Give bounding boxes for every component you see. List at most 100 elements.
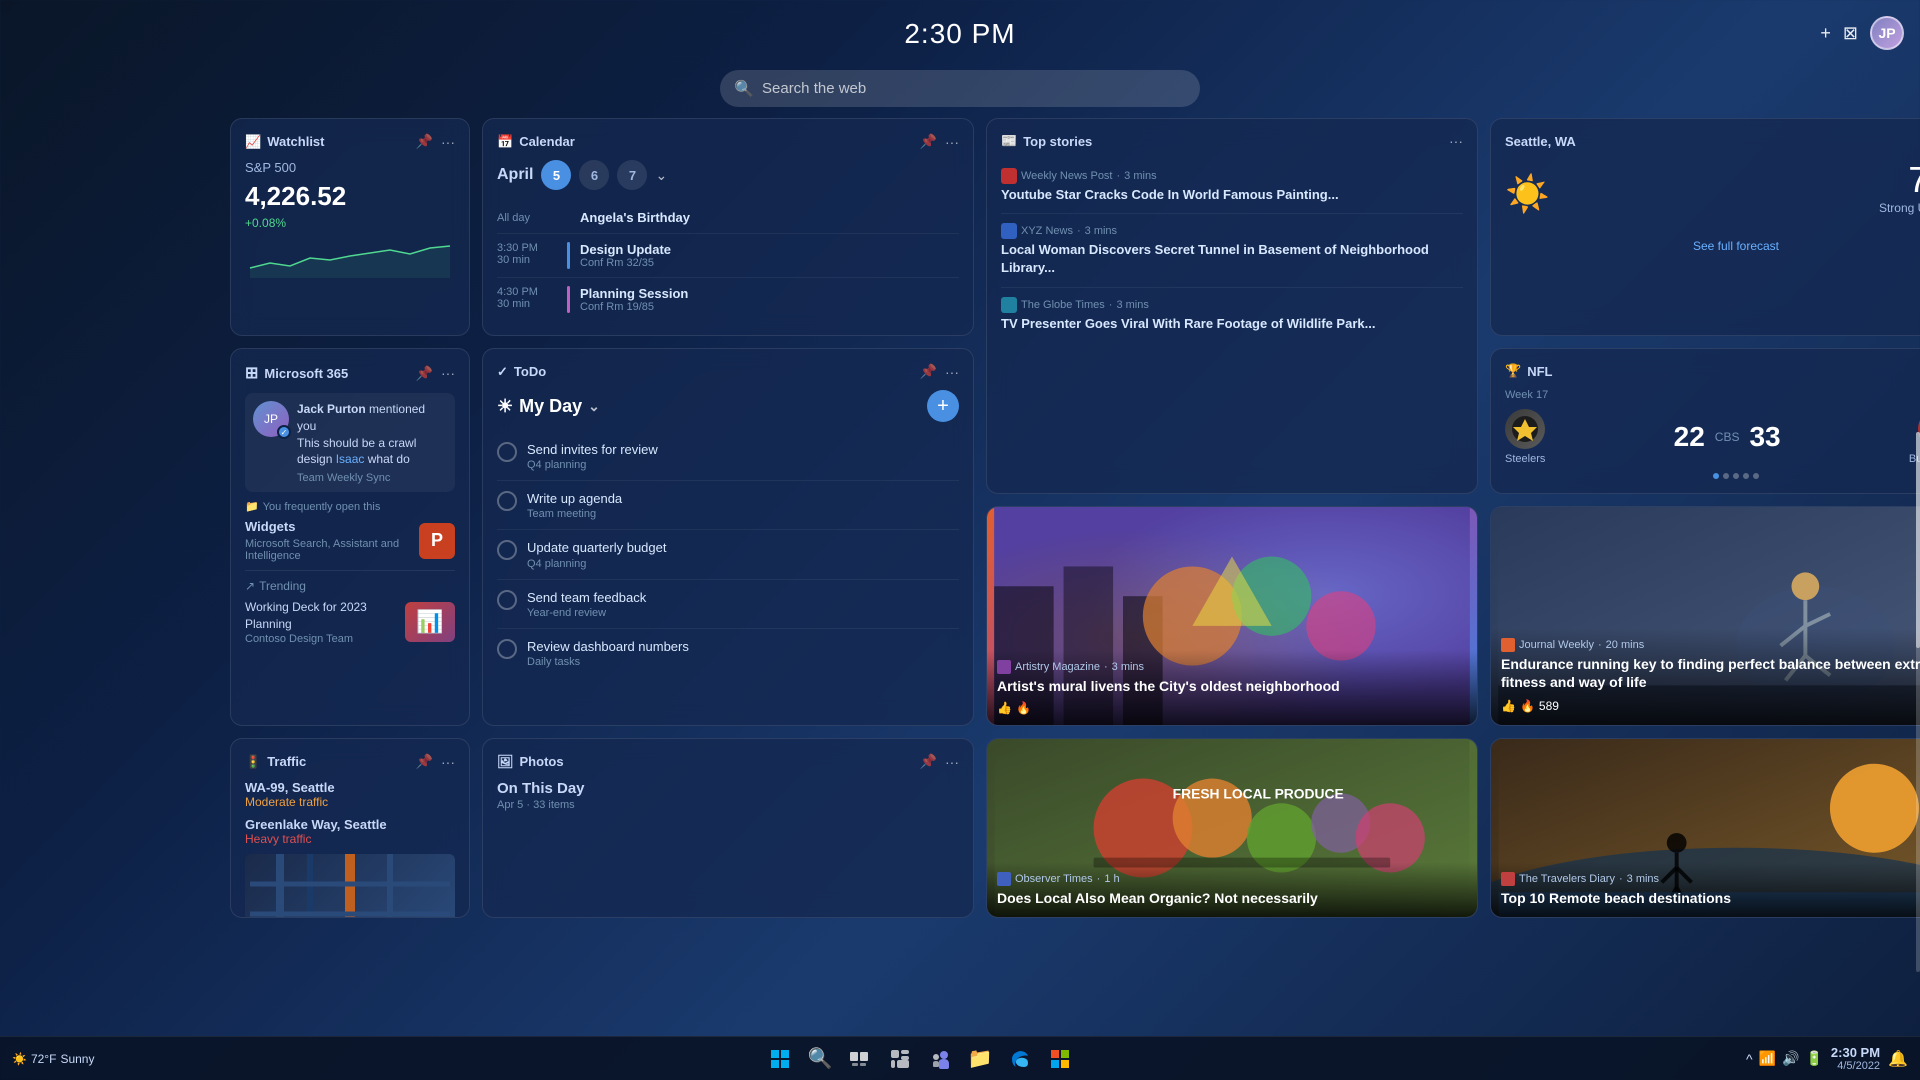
news-time-1: 3 mins bbox=[1085, 225, 1117, 237]
top-stories-title: Top stories bbox=[1023, 134, 1092, 149]
photos-icon: 🖼 bbox=[497, 754, 514, 770]
explorer-button[interactable]: 📁 bbox=[962, 1041, 998, 1077]
teams-button[interactable] bbox=[922, 1041, 958, 1077]
calendar-expand-icon[interactable]: ⌄ bbox=[655, 167, 667, 184]
add-todo-button[interactable]: + bbox=[927, 390, 959, 422]
news-item-2-content: The Globe Times · 3 mins TV Presenter Go… bbox=[1001, 297, 1375, 333]
calendar-pin-icon[interactable]: 📌 bbox=[920, 133, 937, 150]
team1-name: Steelers bbox=[1505, 453, 1545, 465]
top-stories-more-icon[interactable]: ··· bbox=[1449, 133, 1463, 149]
stock-value: 4,226.52 bbox=[245, 181, 455, 212]
photos-more-icon[interactable]: ··· bbox=[945, 754, 959, 770]
mention-avatar: JP ✓ bbox=[253, 401, 289, 437]
search-input[interactable] bbox=[720, 70, 1200, 107]
weather-see-full[interactable]: See full forecast bbox=[1505, 237, 1920, 255]
todo-circle-1[interactable] bbox=[497, 491, 517, 511]
top-stories-header: 📰 Top stories ··· bbox=[1001, 133, 1463, 149]
myday-chevron-icon[interactable]: ⌄ bbox=[588, 398, 600, 415]
calendar-day-5[interactable]: 5 bbox=[541, 160, 571, 190]
notification-icon[interactable]: 🔔 bbox=[1888, 1049, 1908, 1069]
nfl-dot-1[interactable] bbox=[1723, 473, 1729, 479]
nfl-dot-3[interactable] bbox=[1743, 473, 1749, 479]
taskbar: ☀️ 72°F Sunny 🔍 bbox=[0, 1036, 1920, 1080]
todo-circle-2[interactable] bbox=[497, 540, 517, 560]
watchlist-pin-icon[interactable]: 📌 bbox=[416, 133, 433, 150]
store-button[interactable] bbox=[1042, 1041, 1078, 1077]
top-stories-title-group: 📰 Top stories bbox=[1001, 133, 1092, 149]
calendar-day-6[interactable]: 6 bbox=[579, 160, 609, 190]
news-title-1: Local Woman Discovers Secret Tunnel in B… bbox=[1001, 241, 1463, 277]
todo-item-meta-3: Year-end review bbox=[527, 607, 646, 619]
calendar-allday-label: All day bbox=[497, 212, 557, 224]
trending-item: Working Deck for 2023 Planning Contoso D… bbox=[245, 599, 455, 645]
travelers-title: Top 10 Remote beach destinations bbox=[1501, 889, 1920, 907]
nfl-score-block: 22 CBS 33 bbox=[1674, 421, 1781, 453]
search-taskbar-button[interactable]: 🔍 bbox=[802, 1041, 838, 1077]
widgets-grid: 📈 Watchlist 📌 ··· S&P 500 4,226.52 +0.08… bbox=[230, 118, 1912, 918]
ms365-more-icon[interactable]: ··· bbox=[441, 365, 455, 381]
taskbar-time-block[interactable]: 2:30 PM 4/5/2022 bbox=[1831, 1045, 1880, 1072]
calendar-day-7[interactable]: 7 bbox=[617, 160, 647, 190]
calendar-more-icon[interactable]: ··· bbox=[945, 134, 959, 150]
todo-more-icon[interactable]: ··· bbox=[945, 364, 959, 380]
todo-circle-0[interactable] bbox=[497, 442, 517, 462]
calendar-allday-event: All day Angela's Birthday bbox=[497, 202, 959, 234]
nfl-cbs: CBS bbox=[1715, 430, 1740, 444]
nfl-dot-0[interactable] bbox=[1713, 473, 1719, 479]
freq-open: 📁 You frequently open this bbox=[245, 500, 455, 513]
ms365-controls: 📌 ··· bbox=[416, 365, 455, 382]
produce-time: 1 h bbox=[1104, 873, 1119, 885]
todo-circle-4[interactable] bbox=[497, 639, 517, 659]
myday-title[interactable]: ☀ My Day ⌄ bbox=[497, 396, 600, 417]
chevron-up-icon[interactable]: ^ bbox=[1746, 1051, 1753, 1067]
nfl-dot-4[interactable] bbox=[1753, 473, 1759, 479]
search-bar-container: 🔍 bbox=[720, 70, 1200, 107]
add-widget-button[interactable]: + bbox=[1820, 23, 1831, 44]
news-source-name-2: The Globe Times bbox=[1021, 299, 1105, 311]
weather-card: Seattle, WA ··· ☀️ 72 °F Strong UV today… bbox=[1490, 118, 1920, 336]
weather-temp-block: ☀️ bbox=[1505, 173, 1550, 215]
trending-label-text: Trending bbox=[259, 579, 306, 593]
network-icon[interactable]: 📶 bbox=[1759, 1050, 1776, 1067]
traffic-more-icon[interactable]: ··· bbox=[441, 754, 455, 770]
watchlist-card: 📈 Watchlist 📌 ··· S&P 500 4,226.52 +0.08… bbox=[230, 118, 470, 336]
traffic-route2: Greenlake Way, Seattle bbox=[245, 817, 455, 832]
todo-item-4: Review dashboard numbers Daily tasks ⋮ bbox=[497, 629, 959, 677]
scroll-indicator[interactable] bbox=[1916, 432, 1920, 972]
avatar[interactable]: JP bbox=[1870, 16, 1904, 50]
photos-card: 🖼 Photos 📌 ··· On This Day Apr 5 · 33 it… bbox=[482, 738, 974, 918]
widgets-button[interactable] bbox=[882, 1041, 918, 1077]
calendar-card: 📅 Calendar 📌 ··· April 5 6 7 ⌄ All day A… bbox=[482, 118, 974, 336]
news-source-2: The Globe Times · 3 mins bbox=[1001, 297, 1375, 313]
todo-circle-3[interactable] bbox=[497, 590, 517, 610]
todo-pin-icon[interactable]: 📌 bbox=[920, 363, 937, 380]
volume-icon[interactable]: 🔊 bbox=[1782, 1050, 1799, 1067]
weather-forecast-link[interactable]: See full forecast bbox=[1693, 239, 1779, 253]
ms365-pin-icon[interactable]: 📌 bbox=[416, 365, 433, 382]
weather-header: Seattle, WA ··· bbox=[1505, 133, 1920, 149]
todo-text-1: Write up agenda Team meeting bbox=[527, 490, 622, 520]
search-icon: 🔍 bbox=[734, 79, 754, 99]
calendar-event-1-title: Design Update bbox=[580, 242, 671, 257]
travelers-time: 3 mins bbox=[1627, 873, 1659, 885]
photos-count: 33 items bbox=[533, 799, 575, 811]
nfl-dot-2[interactable] bbox=[1733, 473, 1739, 479]
traffic-pin-icon[interactable]: 📌 bbox=[416, 753, 433, 770]
trending-title: Working Deck for 2023 Planning bbox=[245, 599, 397, 633]
ms365-card: ⊞ Microsoft 365 📌 ··· JP ✓ Jack Purton m… bbox=[230, 348, 470, 726]
todo-header: ✓ ToDo 📌 ··· bbox=[497, 363, 959, 380]
edge-button[interactable] bbox=[1002, 1041, 1038, 1077]
calendar-event-1-time: 3:30 PM bbox=[497, 242, 557, 254]
watchlist-more-icon[interactable]: ··· bbox=[441, 134, 455, 150]
mention-content: Jack Purton mentioned you This should be… bbox=[297, 401, 447, 484]
journal-reactions: 👍 🔥 589 bbox=[1501, 699, 1559, 713]
taskbar-date: 4/5/2022 bbox=[1831, 1060, 1880, 1072]
taskview-button[interactable] bbox=[842, 1041, 878, 1077]
calendar-event-2: 4:30 PM 30 min Planning Session Conf Rm … bbox=[497, 278, 959, 321]
close-button[interactable]: ⊠ bbox=[1843, 23, 1858, 44]
calendar-event-1-details: Design Update Conf Rm 32/35 bbox=[580, 242, 671, 269]
ppt-icon: P bbox=[419, 523, 455, 559]
photos-pin-icon[interactable]: 📌 bbox=[920, 753, 937, 770]
start-button[interactable] bbox=[762, 1041, 798, 1077]
battery-icon[interactable]: 🔋 bbox=[1805, 1050, 1822, 1067]
